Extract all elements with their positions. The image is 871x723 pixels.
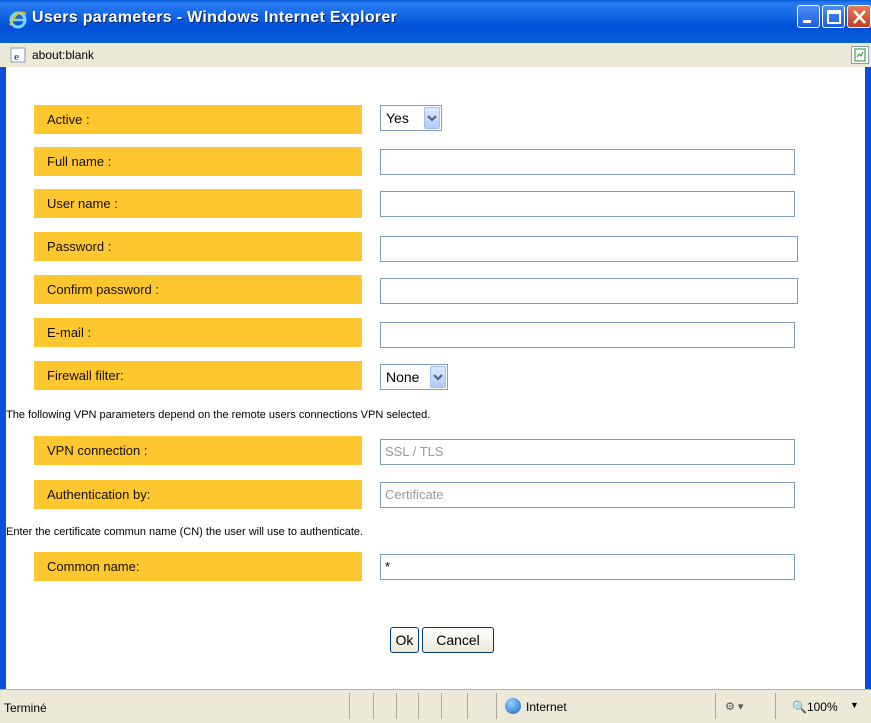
ok-button[interactable]: Ok <box>390 627 419 653</box>
page-icon: e <box>10 47 26 63</box>
minimize-button[interactable] <box>797 5 820 28</box>
vpn-connection-field: SSL / TLS <box>380 439 795 465</box>
chevron-down-icon[interactable]: ▼ <box>850 700 859 710</box>
status-bar: Terminé Internet ⚙ ▾ 🔍100% ▼ <box>0 689 871 723</box>
zoom-value: 100% <box>806 700 838 714</box>
address-bar: e about:blank <box>0 43 871 68</box>
maximize-button[interactable] <box>822 5 845 28</box>
vpn-note: The following VPN parameters depend on t… <box>6 409 431 421</box>
active-select[interactable]: Yes <box>380 105 442 131</box>
internet-explorer-icon <box>9 11 27 29</box>
status-divider <box>715 693 716 719</box>
status-divider <box>441 693 442 719</box>
status-divider <box>467 693 468 719</box>
maximize-icon <box>827 10 841 24</box>
globe-icon <box>505 698 521 714</box>
security-zone: Internet <box>526 700 567 714</box>
protected-mode-icon[interactable]: ⚙ ▾ <box>725 700 743 713</box>
window-frame-right <box>865 67 871 689</box>
firewall-filter-select[interactable]: None <box>380 364 448 390</box>
chevron-down-icon <box>424 107 440 129</box>
status-divider <box>496 693 497 719</box>
minimize-icon <box>803 20 811 23</box>
user-name-field[interactable] <box>380 191 795 217</box>
email-label: E-mail : <box>34 318 362 347</box>
page-report-icon <box>854 48 866 62</box>
form-content: Active : Yes Full name : User name : Pas… <box>6 67 865 689</box>
status-divider <box>349 693 350 719</box>
firewall-filter-value: None <box>386 369 420 385</box>
email-field[interactable] <box>380 322 795 348</box>
authentication-label: Authentication by: <box>34 480 362 509</box>
cancel-button[interactable]: Cancel <box>422 627 494 653</box>
vpn-connection-label: VPN connection : <box>34 436 362 465</box>
cn-note: Enter the certificate commun name (CN) t… <box>6 526 364 538</box>
address-text[interactable]: about:blank <box>32 48 94 62</box>
password-label: Password : <box>34 232 362 261</box>
title-bar: Users parameters - Windows Internet Expl… <box>0 0 871 44</box>
svg-text:e: e <box>14 51 19 63</box>
status-divider <box>775 693 776 719</box>
confirm-password-label: Confirm password : <box>34 275 362 304</box>
confirm-password-field[interactable] <box>380 278 798 304</box>
user-name-label: User name : <box>34 189 362 218</box>
firewall-filter-label: Firewall filter: <box>34 361 362 390</box>
authentication-field: Certificate <box>380 482 795 508</box>
status-divider <box>396 693 397 719</box>
full-name-label: Full name : <box>34 147 362 176</box>
close-icon <box>853 10 866 24</box>
status-divider <box>373 693 374 719</box>
zoom-level[interactable]: 🔍100% <box>792 700 838 714</box>
zoom-icon: 🔍 <box>792 700 807 714</box>
common-name-label: Common name: <box>34 552 362 581</box>
active-label: Active : <box>34 105 362 134</box>
active-select-value: Yes <box>386 110 409 126</box>
page-report-button[interactable] <box>851 46 869 64</box>
common-name-field[interactable]: * <box>380 554 795 580</box>
status-divider <box>418 693 419 719</box>
close-button[interactable] <box>847 5 871 28</box>
status-text: Terminé <box>4 701 47 715</box>
window-title: Users parameters - Windows Internet Expl… <box>32 9 398 26</box>
chevron-down-icon <box>430 366 446 388</box>
password-field[interactable] <box>380 236 798 262</box>
full-name-field[interactable] <box>380 149 795 175</box>
